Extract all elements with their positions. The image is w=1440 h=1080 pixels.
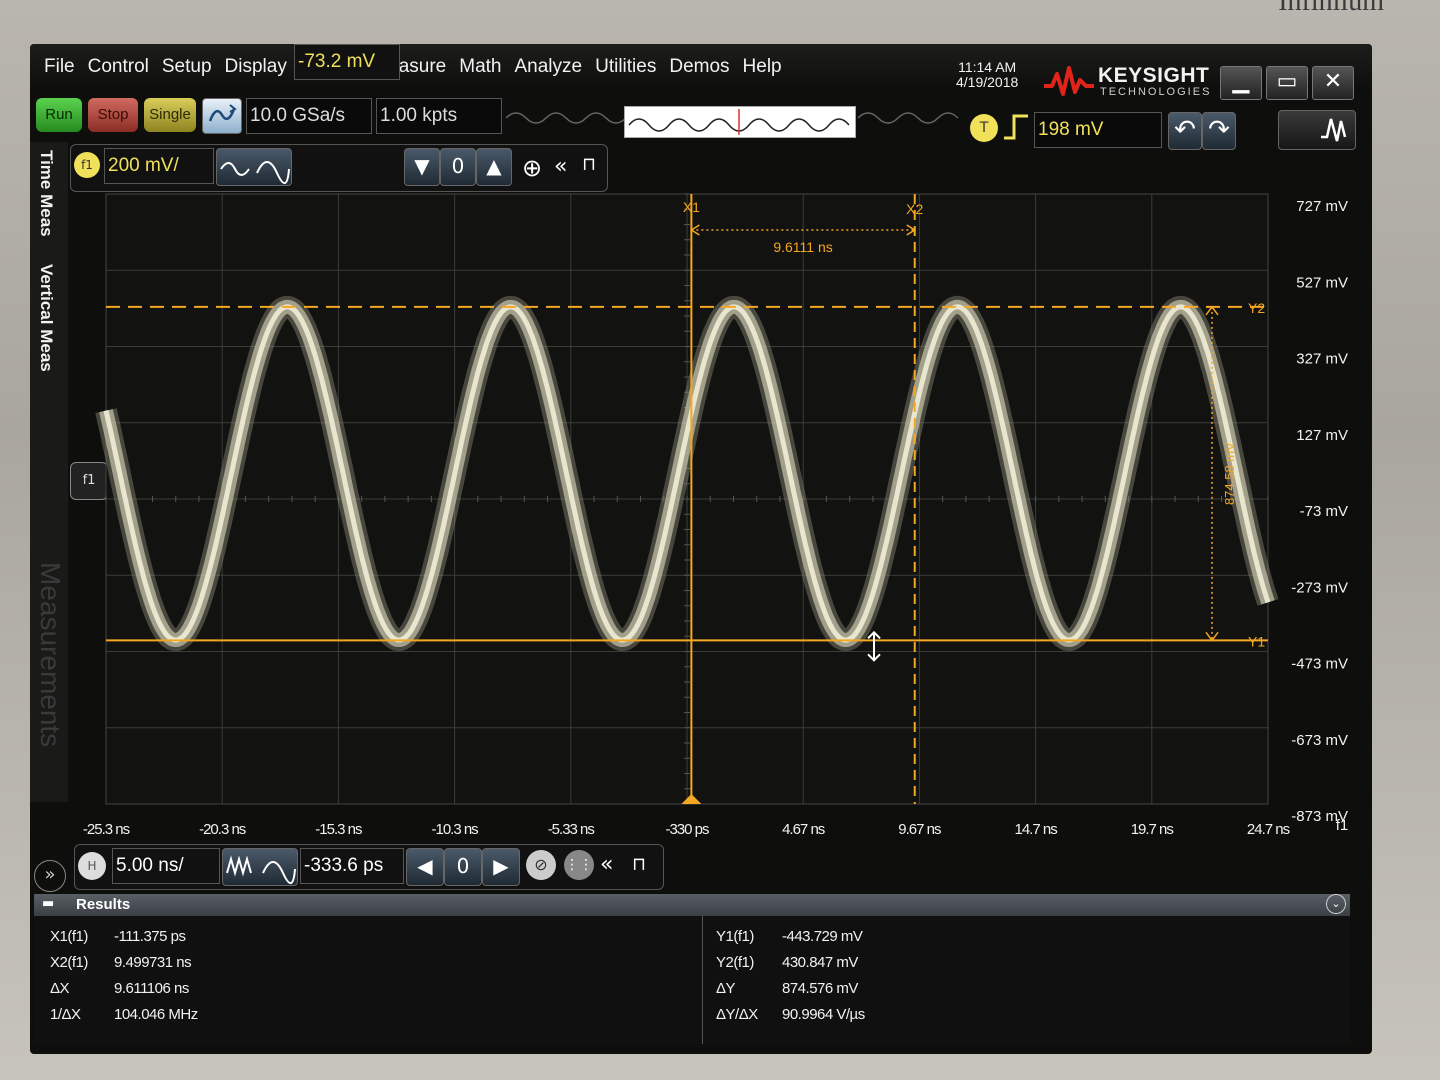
result-label: ΔY: [716, 980, 736, 997]
result-label: ΔX: [50, 980, 70, 997]
cursor-y1-label: Y1: [1248, 633, 1265, 649]
result-label: X1(f1): [50, 928, 88, 945]
result-label: 1/ΔX: [50, 1006, 81, 1023]
time-scale-wave-icon: [226, 855, 296, 884]
bezel-brand-text: Infiniium: [1278, 0, 1384, 17]
result-value: 9.499731 ns: [114, 954, 192, 971]
time-scale-field[interactable]: 5.00 ns/: [112, 848, 220, 884]
cursor-y2-label: Y2: [1248, 300, 1265, 316]
results-panel: X1(f1) -111.375 ps X2(f1) 9.499731 ns ΔX 9.61…: [34, 916, 1350, 1044]
y-axis-ticks: 727 mV 527 mV 327 mV 127 mV -73 mV -273 mV -47…: [1291, 198, 1348, 825]
result-value: -443.729 mV: [782, 928, 863, 945]
x-tick-label: -330 ps: [665, 821, 709, 838]
position-right-button[interactable]: ▶: [482, 848, 520, 886]
collapse-left-icon[interactable]: «: [600, 852, 613, 877]
y-tick-label: 727 mV: [1296, 198, 1348, 215]
expand-panel-icon[interactable]: »: [34, 860, 66, 892]
graticule: [105, 193, 1269, 805]
y-tick-label: -273 mV: [1291, 579, 1348, 596]
x-axis-ticks: -25.3 ns -20.3 ns -15.3 ns -10.3 ns -5.33 ns…: [83, 817, 1348, 838]
time-scale-knob[interactable]: [222, 848, 298, 886]
position-zero-button[interactable]: 0: [444, 848, 482, 886]
x-tick-label: 14.7 ns: [1014, 821, 1057, 838]
chevron-right-icon: ▶: [493, 854, 509, 878]
y-tick-label: 127 mV: [1296, 427, 1348, 444]
x-tick-label: 19.7 ns: [1131, 821, 1174, 838]
y-tick-label: 527 mV: [1296, 274, 1348, 291]
scope-screen: FileControlSetupDisplayTriggerMeasureMat…: [30, 44, 1372, 1054]
pin-icon[interactable]: ⊓: [632, 854, 646, 875]
result-label: ΔY/ΔX: [716, 1006, 758, 1023]
result-label: Y2(f1): [716, 954, 754, 971]
horizontal-badge[interactable]: H: [78, 852, 106, 880]
result-value: 874.576 mV: [782, 980, 858, 997]
y-tick-label: -473 mV: [1291, 656, 1348, 673]
x-tick-label: -20.3 ns: [199, 821, 246, 838]
time-position-field[interactable]: -333.6 ps: [300, 848, 404, 884]
result-value: 9.611106 ns: [114, 980, 189, 997]
delta-y-readout: 874.58 mV: [1222, 442, 1237, 505]
x-tick-label: 9.67 ns: [898, 821, 941, 838]
x-tick-label: -25.3 ns: [83, 821, 130, 838]
result-value: -111.375 ps: [114, 928, 186, 945]
zero-icon: 0: [456, 854, 470, 878]
result-value: 104.046 MHz: [114, 1006, 198, 1023]
position-left-button[interactable]: ◀: [406, 848, 444, 886]
x-tick-label: 24.7 ns: [1247, 821, 1290, 838]
waveform-plot[interactable]: X1 X2 9.6111 ns Y2 Y1 874.58 mV 727 mV 527 mV 3…: [30, 44, 1372, 904]
x-tick-label: 4.67 ns: [782, 821, 825, 838]
results-divider: [702, 916, 703, 1044]
y-tick-label: 327 mV: [1296, 351, 1348, 368]
y-tick-label: -73 mV: [1300, 503, 1348, 520]
results-header: ▬ Results ⌄: [34, 894, 1350, 916]
delta-x-readout: 9.6111 ns: [773, 239, 832, 255]
y-tick-label: -673 mV: [1291, 732, 1348, 749]
x-tick-label: -15.3 ns: [315, 821, 362, 838]
chevron-left-icon: ◀: [417, 854, 433, 878]
result-label: Y1(f1): [716, 928, 754, 945]
cursor-x1-label: X1: [683, 199, 700, 215]
results-folder-icon: ▬: [42, 896, 55, 911]
x-tick-label: -5.33 ns: [548, 821, 595, 838]
result-label: X2(f1): [50, 954, 88, 971]
result-value: 90.9964 V/µs: [782, 1006, 865, 1023]
results-collapse-icon[interactable]: ⌄: [1326, 894, 1346, 914]
x-tick-label: -10.3 ns: [431, 821, 478, 838]
result-value: 430.847 mV: [782, 954, 858, 971]
cursor-x2-label: X2: [906, 201, 923, 217]
x-axis-source-label: f1: [1336, 817, 1349, 834]
delay-icon[interactable]: ⋮⋮: [564, 850, 594, 880]
zoom-icon[interactable]: ⊘: [526, 850, 556, 880]
results-title: Results: [76, 896, 131, 913]
